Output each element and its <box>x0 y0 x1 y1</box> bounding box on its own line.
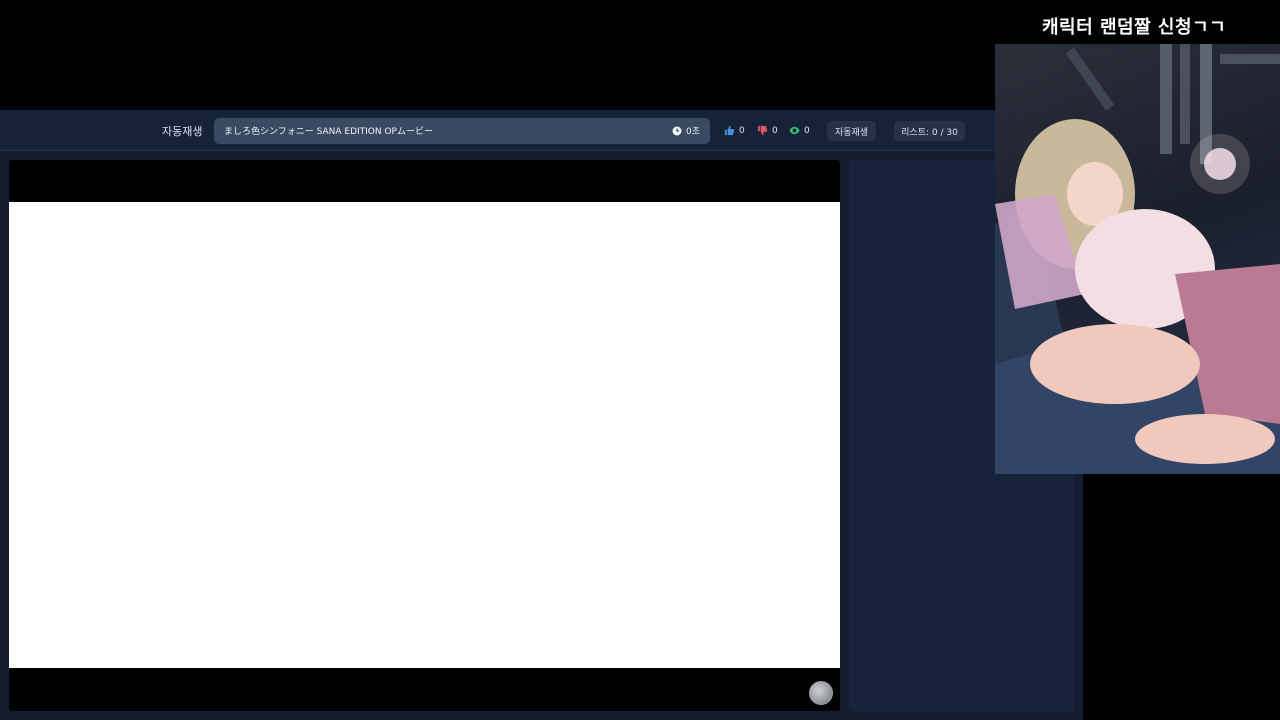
like-stat[interactable]: 0 <box>724 125 745 136</box>
list-count-button[interactable]: 리스트: 0 / 30 <box>894 121 965 141</box>
now-playing-box[interactable]: ましろ色シンフォニー SANA EDITION OPムービー 0초 <box>214 118 710 144</box>
view-count: 0 <box>804 125 810 136</box>
like-count: 0 <box>739 125 745 136</box>
video-area[interactable] <box>9 202 840 668</box>
view-stat: 0 <box>789 125 810 136</box>
song-title: ましろ色シンフォニー SANA EDITION OPムービー <box>224 127 433 137</box>
player-avatar[interactable] <box>809 681 833 705</box>
timer-value: 0초 <box>685 127 700 137</box>
overlay-title: 캐릭터 랜덤짤 신청ㄱㄱ <box>1042 17 1227 38</box>
video-player[interactable] <box>9 160 840 711</box>
autoplay-label: 자동재생 <box>162 125 203 138</box>
portrait-illustration <box>995 44 1280 474</box>
thumbs-down-icon <box>757 125 768 136</box>
clock-icon <box>672 126 682 135</box>
timer: 0초 <box>672 124 700 137</box>
autoplay-button[interactable]: 자동재생 <box>827 121 876 141</box>
dislike-stat[interactable]: 0 <box>757 125 778 136</box>
thumbs-up-icon <box>724 125 735 136</box>
dislike-count: 0 <box>772 125 778 136</box>
character-portrait <box>995 44 1280 474</box>
eye-icon <box>789 126 800 135</box>
